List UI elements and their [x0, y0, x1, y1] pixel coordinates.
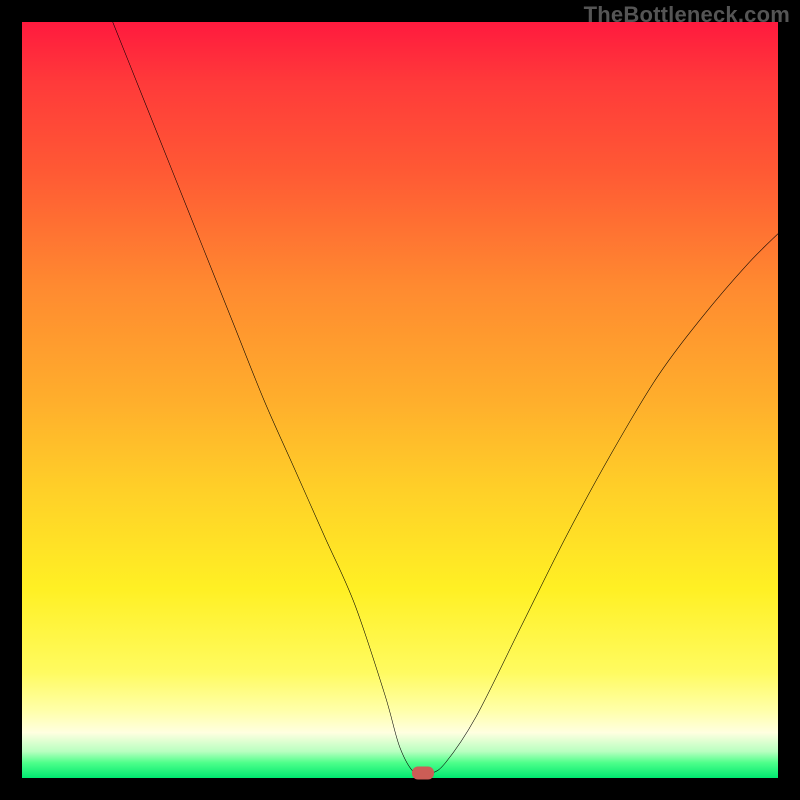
chart-frame: TheBottleneck.com — [0, 0, 800, 800]
curve-svg — [22, 22, 778, 778]
optimum-marker — [412, 767, 434, 780]
bottleneck-curve-path — [113, 22, 778, 776]
watermark-text: TheBottleneck.com — [584, 2, 790, 28]
plot-area — [22, 22, 778, 778]
